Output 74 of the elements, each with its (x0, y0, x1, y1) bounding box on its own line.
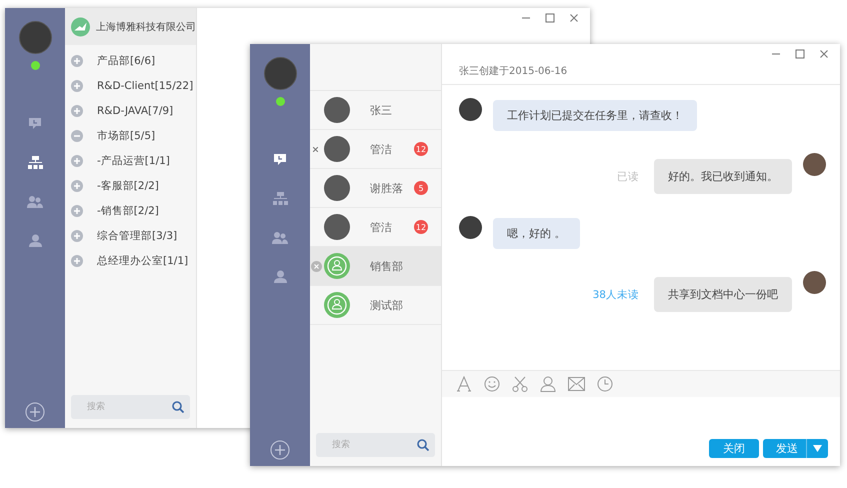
unread-count: 5 (414, 181, 428, 195)
avatar[interactable] (18, 21, 52, 54)
avatar (324, 175, 350, 201)
expand-icon[interactable] (71, 80, 83, 92)
department-item[interactable]: -销售部[2/2] (97, 204, 159, 218)
message-bubble: 嗯，好的 。 (493, 218, 580, 249)
search-icon[interactable] (172, 401, 184, 413)
clock-icon[interactable] (597, 376, 613, 392)
mail-icon[interactable] (568, 377, 585, 391)
emoji-icon[interactable] (484, 376, 500, 392)
contact-name: 管洁 (370, 220, 392, 234)
search-field[interactable]: 搜索 (71, 395, 190, 419)
dropdown-button[interactable] (806, 439, 828, 458)
search-field[interactable]: 搜索 (316, 433, 435, 457)
department-item[interactable]: 产品部[6/6] (97, 54, 156, 68)
message-bubble: 好的。我已收到通知。 (654, 159, 792, 194)
person-icon[interactable] (540, 376, 556, 392)
department-item[interactable]: R&D-Client[15/22] (97, 80, 194, 92)
chat-header: 张三创建于2015-06-16 (442, 59, 840, 85)
company-name: 上海博雅科技有限公司 (96, 20, 196, 34)
avatar[interactable] (264, 57, 296, 90)
avatar (459, 216, 482, 239)
department-item[interactable]: -客服部[2/2] (97, 179, 159, 193)
font-icon[interactable] (456, 376, 472, 392)
avatar (324, 97, 350, 123)
search-input[interactable]: 搜索 (85, 401, 172, 413)
add-icon[interactable] (25, 402, 45, 422)
maximize-icon[interactable] (795, 49, 805, 59)
avatar (324, 214, 350, 240)
group-avatar-icon (324, 253, 350, 279)
scissors-icon[interactable] (512, 376, 528, 392)
search-icon[interactable] (417, 439, 429, 451)
search-input[interactable]: 搜索 (330, 439, 417, 451)
avatar (803, 153, 826, 176)
add-icon[interactable] (270, 440, 290, 460)
contact-name: 张三 (370, 102, 392, 118)
expand-icon[interactable] (71, 180, 83, 192)
department-item[interactable]: 总经理办公室[1/1] (97, 254, 188, 268)
group-avatar-icon (324, 292, 350, 318)
expand-icon[interactable] (71, 55, 83, 67)
unread-count: 12 (414, 220, 428, 234)
expand-icon[interactable] (71, 205, 83, 217)
contact-name: 销售部 (370, 258, 403, 274)
conversation-item[interactable]: 管洁 12 (310, 130, 441, 169)
department-item[interactable]: -产品运营[1/1] (97, 154, 170, 168)
close-icon[interactable] (569, 13, 579, 23)
expand-icon[interactable] (71, 230, 83, 242)
expand-icon[interactable] (71, 105, 83, 117)
contact-name: 谢胜落 (370, 180, 403, 196)
expand-icon[interactable] (71, 155, 83, 167)
conversation-item[interactable]: 销售部 (310, 247, 441, 286)
conversation-item[interactable]: 测试部 (310, 286, 441, 325)
avatar (324, 136, 350, 162)
message-bubble: 工作计划已提交在任务里，请查收！ (493, 100, 697, 131)
avatar (803, 271, 826, 294)
unread-count: 12 (414, 142, 428, 156)
caret-icon (813, 445, 822, 452)
department-item[interactable]: R&D-JAVA[7/9] (97, 105, 174, 117)
expand-icon[interactable] (71, 255, 83, 267)
department-item[interactable]: 综合管理部[3/3] (97, 229, 178, 243)
message-bubble: 共享到文档中心一份吧 (654, 277, 792, 312)
close-icon[interactable] (819, 49, 829, 59)
collapse-icon[interactable] (71, 130, 83, 142)
contact-name: 管洁 (370, 142, 392, 156)
close-icon[interactable] (311, 261, 322, 272)
department-item[interactable]: 市场部[5/5] (97, 129, 156, 143)
avatar (459, 98, 482, 121)
read-status: 已读 (617, 170, 639, 184)
contact-name: 测试部 (370, 298, 403, 312)
close-icon[interactable] (313, 147, 318, 152)
conversation-item[interactable]: 张三 (310, 91, 441, 130)
logo-icon (71, 16, 90, 38)
maximize-icon[interactable] (545, 13, 555, 23)
conversation-item[interactable]: 谢胜落 5 (310, 169, 441, 208)
